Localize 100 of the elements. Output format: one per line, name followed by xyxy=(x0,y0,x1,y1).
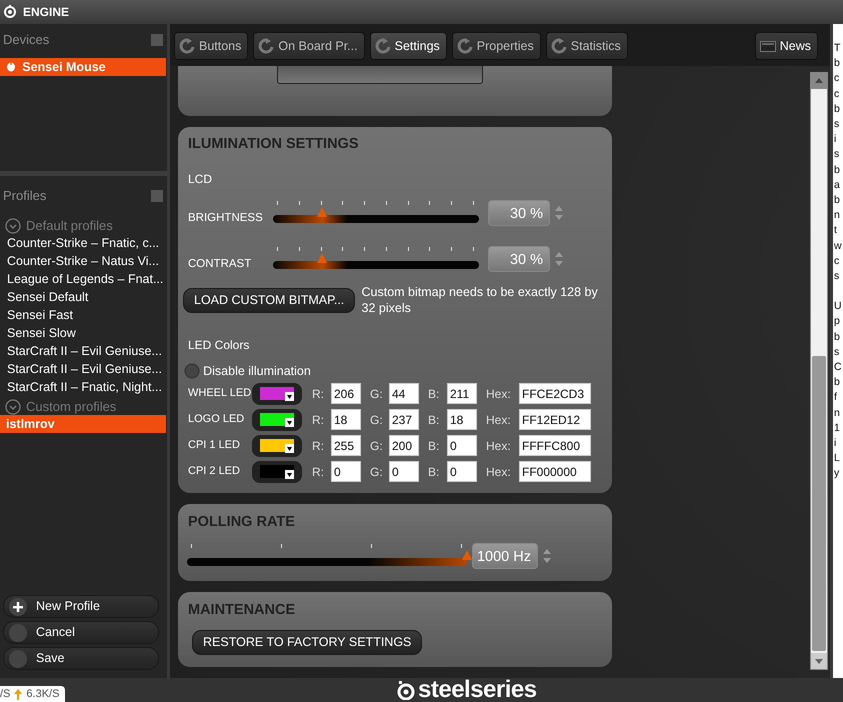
input-field[interactable]: 211 xyxy=(447,383,477,404)
field-label: R: xyxy=(312,438,325,454)
news-text: t xyxy=(834,223,838,238)
section-label: LED Colors xyxy=(188,336,250,354)
news-text: b xyxy=(834,330,841,345)
tab[interactable]: Buttons xyxy=(174,32,248,60)
expand-icon[interactable] xyxy=(5,218,21,234)
spin-icon[interactable] xyxy=(554,204,564,221)
profile-item[interactable]: Sensei Fast xyxy=(0,306,166,324)
input-field[interactable]: 200 xyxy=(389,435,419,456)
circle-icon xyxy=(8,622,28,642)
pane-header: Profiles xyxy=(3,187,46,205)
led-label: CPI 2 LED xyxy=(188,464,241,480)
news-text: L xyxy=(834,451,841,466)
led-label: LOGO LED xyxy=(188,412,246,428)
tab[interactable]: Statistics xyxy=(546,32,628,60)
slider-track[interactable] xyxy=(273,260,479,269)
news-text: f xyxy=(834,390,838,406)
profile-item[interactable]: istlmrov xyxy=(0,414,166,432)
value-field[interactable]: 30 % xyxy=(488,246,550,272)
caret-icon xyxy=(285,470,294,479)
scrollbar-thumb[interactable] xyxy=(812,356,826,651)
circular-arrow-icon xyxy=(456,38,473,54)
news-text: i xyxy=(834,132,838,148)
input-field[interactable]: 237 xyxy=(389,409,419,430)
input-field[interactable]: FFFFC800 xyxy=(519,435,591,456)
news-text: w xyxy=(834,238,843,254)
circle-icon xyxy=(8,648,28,668)
field-label: Hex: xyxy=(486,412,512,428)
input-field[interactable]: 206 xyxy=(331,383,361,404)
mouse-icon xyxy=(6,61,16,72)
field-label: G: xyxy=(370,464,384,480)
input-field[interactable]: 0 xyxy=(447,435,477,456)
field-label: R: xyxy=(312,464,325,480)
tab[interactable]: Settings xyxy=(370,32,447,60)
profile-item[interactable]: Sensei Slow xyxy=(0,324,166,342)
profile-item[interactable]: Sensei Default xyxy=(0,288,166,306)
profile-item[interactable]: Counter-Strike – Fnatic, c... xyxy=(0,234,166,252)
news-text: C xyxy=(834,360,843,376)
news-text: b xyxy=(834,56,841,72)
profile-action-button[interactable]: New Profile xyxy=(3,595,159,618)
input-field[interactable]: FF000000 xyxy=(519,461,591,482)
led-label: CPI 1 LED xyxy=(188,438,241,454)
slider-thumb[interactable] xyxy=(317,252,328,263)
spin-icon[interactable] xyxy=(554,250,564,267)
slider-thumb[interactable] xyxy=(317,206,328,217)
section-title: ILUMINATION SETTINGS xyxy=(188,135,360,154)
scroll-up-icon[interactable] xyxy=(811,73,827,89)
field-label: G: xyxy=(370,438,384,454)
color-picker[interactable] xyxy=(252,460,302,482)
news-text: s xyxy=(834,147,840,162)
spin-icon[interactable] xyxy=(542,548,552,564)
profile-action-button[interactable]: Save xyxy=(3,647,159,670)
scroll-down-icon[interactable] xyxy=(811,653,827,669)
expand-icon[interactable] xyxy=(5,398,21,414)
value-field[interactable]: 1000 Hz xyxy=(472,543,538,570)
section-label: LCD xyxy=(188,170,214,188)
profile-action-button[interactable]: Cancel xyxy=(3,621,159,644)
news-text: b xyxy=(834,102,841,117)
input-field[interactable]: 255 xyxy=(331,435,361,456)
news-text: y xyxy=(834,466,840,482)
news-text: s xyxy=(834,117,840,132)
tab[interactable]: On Board Pr... xyxy=(253,32,365,60)
field-label: G: xyxy=(370,412,384,428)
value-field[interactable]: 30 % xyxy=(488,200,550,226)
color-picker[interactable] xyxy=(252,382,302,404)
scrollbar[interactable] xyxy=(810,72,828,670)
restore-button[interactable]: RESTORE TO FACTORY SETTINGS xyxy=(192,630,422,655)
profile-item[interactable]: StarCraft II – Fnatic, Night... xyxy=(0,378,166,396)
load-bitmap-button[interactable]: LOAD CUSTOM BITMAP... xyxy=(183,288,356,312)
profile-item[interactable]: Counter-Strike – Natus Vi... xyxy=(0,252,166,270)
tab[interactable]: Properties xyxy=(452,32,541,60)
window-icon xyxy=(760,40,776,52)
profile-item[interactable]: StarCraft II – Evil Geniuse... xyxy=(0,360,166,378)
input-field[interactable]: 0 xyxy=(331,461,361,482)
device-item[interactable]: Sensei Mouse xyxy=(0,58,166,76)
profile-item[interactable]: League of Legends – Fnat... xyxy=(0,270,166,288)
input-field[interactable]: FFCE2CD3 xyxy=(519,383,591,404)
gear-icon xyxy=(396,680,416,700)
gear-icon xyxy=(3,5,17,19)
slider-track[interactable] xyxy=(187,558,467,566)
field-label: B: xyxy=(428,464,440,480)
plus-icon xyxy=(8,596,28,616)
news-button[interactable]: News xyxy=(754,32,818,60)
slider-track[interactable] xyxy=(273,214,479,223)
radio-button[interactable] xyxy=(184,363,200,380)
hint-text: Custom bitmap needs to be exactly 128 by 32 pixels xyxy=(362,284,599,316)
input-field[interactable]: 18 xyxy=(331,409,361,430)
input-field[interactable]: 0 xyxy=(389,461,419,482)
input-field[interactable]: 18 xyxy=(447,409,477,430)
app-title: ENGINE xyxy=(23,4,70,21)
section-title: MAINTENANCE xyxy=(188,601,296,620)
slider-label: BRIGHTNESS xyxy=(188,211,264,226)
profile-item[interactable]: StarCraft II – Evil Geniuse... xyxy=(0,342,166,360)
caret-icon xyxy=(285,418,294,427)
color-picker[interactable] xyxy=(252,408,302,430)
input-field[interactable]: FF12ED12 xyxy=(519,409,591,430)
color-picker[interactable] xyxy=(252,434,302,456)
input-field[interactable]: 0 xyxy=(447,461,477,482)
input-field[interactable]: 44 xyxy=(389,383,419,404)
